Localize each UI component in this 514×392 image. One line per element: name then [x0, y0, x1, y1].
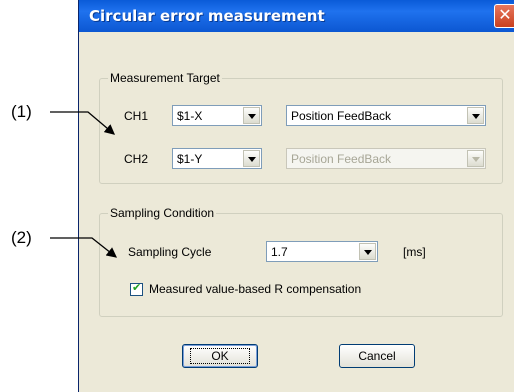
callout-2-arrow: [50, 237, 118, 258]
callout-arrows: [50, 111, 118, 258]
callout-1-arrow: [50, 111, 115, 135]
